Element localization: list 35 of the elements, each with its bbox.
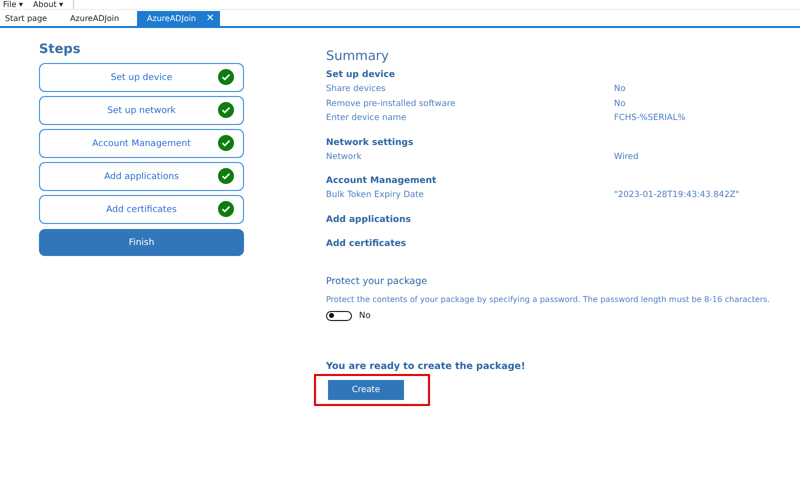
setting-value: "2023-01-28T19:43:43.842Z" (614, 189, 740, 202)
step-button[interactable]: Set up device (39, 63, 244, 92)
setting-label: Remove pre-installed software (326, 98, 456, 110)
setting-label: Network (326, 150, 362, 164)
step-button[interactable]: Add applications (39, 162, 244, 191)
section-heading: Account Management (326, 175, 438, 188)
step-button[interactable]: Add certificates (39, 195, 244, 224)
finish-button[interactable]: Finish (39, 229, 244, 256)
ready-message: You are ready to create the package! (326, 360, 526, 372)
setting-label: Share devices (326, 83, 387, 96)
tab[interactable]: AzureADJoin (65, 11, 138, 26)
setting-value: FCHS-%SERIAL% (614, 112, 687, 125)
create-button[interactable]: Create (328, 380, 404, 400)
summary-heading: Summary (326, 49, 390, 64)
tab[interactable]: AzureADJoin ✕ (137, 11, 220, 26)
section-heading: Set up device (326, 69, 396, 82)
setting-value: No (614, 98, 627, 110)
setting-value: Wired (614, 150, 640, 164)
section-heading: Network settings (326, 136, 414, 150)
description-text: Protect the contents of your package by specifying a password. The password length must be 8-16 characters. (326, 294, 770, 304)
setting-label: Enter device name (326, 112, 408, 125)
setting-value: No (614, 83, 627, 96)
toggle-switch[interactable] (326, 310, 352, 320)
section-heading: Add applications (326, 214, 412, 226)
section-heading: Protect your package (326, 274, 428, 288)
setting-label: Bulk Token Expiry Date (326, 189, 425, 202)
steps-heading: Steps (39, 42, 82, 57)
menu-item[interactable]: File ▾ (3, 0, 23, 9)
close-icon[interactable]: ✕ (206, 13, 214, 24)
menu-item[interactable]: About ▾ (32, 0, 64, 9)
step-button[interactable]: Account Management (39, 129, 244, 158)
step-button[interactable]: Set up network (39, 96, 244, 125)
toggle-label: No (359, 310, 371, 320)
section-heading: Add certificates (326, 238, 408, 250)
tab[interactable]: Start page (0, 11, 66, 26)
